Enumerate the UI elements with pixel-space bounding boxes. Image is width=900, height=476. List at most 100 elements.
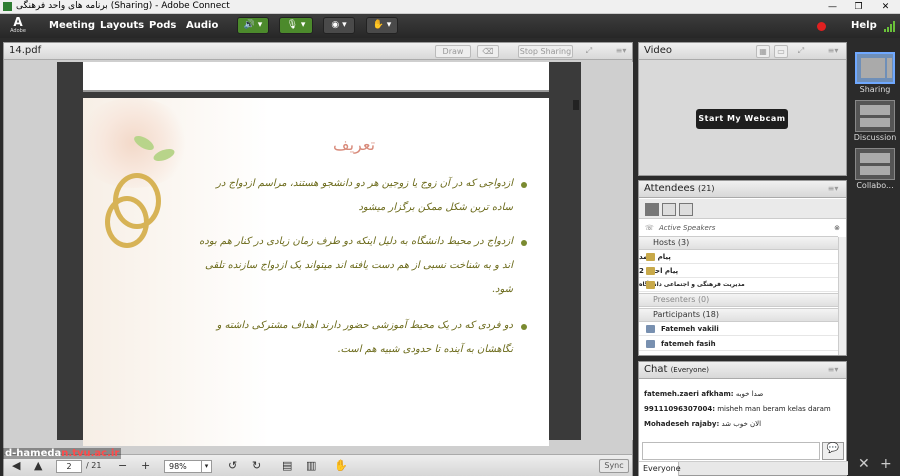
bullet-icon — [521, 324, 527, 330]
filmstrip-view-icon[interactable]: ▭ — [774, 45, 788, 58]
chat-pod: Chat (Everyone) ≡▾ fatemeh.zaeri afkham:… — [638, 361, 848, 476]
fit-width-icon[interactable]: ▥ — [306, 459, 316, 472]
video-area: Start My Webcam — [639, 60, 846, 175]
microphone-muted-icon: 🎙 ▾ — [286, 20, 306, 30]
minimize-button[interactable]: — — [819, 0, 846, 14]
layout-sharing-thumbnail[interactable] — [855, 52, 895, 84]
tools-icon[interactable]: ✕ — [858, 456, 870, 472]
sync-button[interactable]: Sync — [599, 459, 629, 473]
breakout-view-icon[interactable] — [662, 203, 676, 216]
chevron-down-icon: ▾ — [201, 461, 211, 472]
fullscreen-icon[interactable]: ⤢ — [582, 45, 596, 58]
host-row[interactable]: پیام احمد — [639, 250, 838, 264]
chat-message: fatemeh.zaeri afkham: صدا خوبه — [644, 390, 763, 398]
page-number-input[interactable]: 2 — [56, 460, 82, 473]
document-scrollbar[interactable] — [572, 100, 580, 148]
menu-pods[interactable]: Pods — [149, 20, 176, 31]
record-indicator-icon[interactable] — [817, 22, 826, 31]
bullet-icon — [521, 182, 527, 188]
close-button[interactable]: ✕ — [872, 0, 899, 14]
chat-tab-everyone[interactable]: Everyone — [639, 462, 681, 476]
adobe-logo: A Adobe — [10, 15, 26, 34]
video-pod-header: Video ▦ ▭ ⤢ ≡▾ — [639, 43, 846, 60]
watermark-prefix: d-hameda — [5, 448, 62, 459]
attendees-pod-header: Attendees (21) ≡▾ — [639, 181, 846, 198]
participants-group[interactable]: Participants (18) — [639, 308, 838, 322]
list-view-icon[interactable] — [645, 203, 659, 216]
menu-meeting[interactable]: Meeting — [49, 20, 95, 31]
rotate-right-icon[interactable]: ↻ — [252, 459, 261, 472]
page-prev-icon[interactable]: ◀ — [12, 459, 20, 472]
host-icon — [646, 267, 655, 275]
raise-hand-button[interactable]: ✋ ▾ — [366, 17, 398, 34]
viewer-side-area — [581, 62, 633, 440]
chat-title: Chat (Everyone) — [644, 364, 709, 375]
participant-icon — [646, 340, 655, 348]
watermark-domain: n.tvu.ac.ir — [61, 448, 120, 459]
layout-sharing-label[interactable]: Sharing — [850, 85, 900, 94]
connection-strength-icon — [884, 21, 896, 32]
status-view-icon[interactable] — [679, 203, 693, 216]
fullscreen-icon[interactable]: ⤢ — [794, 45, 808, 58]
pod-options-icon[interactable]: ≡▾ — [825, 45, 841, 58]
slide-bullet-1: ازدواجی که در آن زوج یا زوجین هر دو دانش… — [216, 178, 513, 213]
start-webcam-button[interactable]: Start My Webcam — [696, 109, 788, 129]
previous-page — [83, 62, 549, 92]
pod-options-icon[interactable]: ≡▾ — [825, 183, 841, 196]
layouts-strip: Sharing Discussion Collabo... — [850, 38, 900, 476]
attendees-scrollbar[interactable] — [838, 237, 846, 355]
layout-discussion-label[interactable]: Discussion — [850, 133, 900, 142]
host-row[interactable]: پیام احمد 2 — [639, 264, 838, 278]
zoom-in-icon[interactable]: + — [141, 459, 150, 472]
slide-bullet-3: دو فردی که در یک محیط آموزشی حضور دارند … — [216, 320, 513, 355]
video-pod: Video ▦ ▭ ⤢ ≡▾ Start My Webcam — [638, 42, 847, 176]
close-icon[interactable]: ⊗ — [834, 221, 840, 235]
menu-layouts[interactable]: Layouts — [100, 20, 144, 31]
active-speakers-label: Active Speakers — [659, 224, 716, 232]
chat-message: 99111096307004: misheh man beram kelas d… — [644, 405, 831, 413]
page-up-icon[interactable]: ▲ — [34, 459, 42, 472]
participant-row[interactable]: fatemeh fasih — [639, 337, 838, 351]
webcam-toggle-button[interactable]: ◉ ▾ — [323, 17, 355, 34]
zoom-select[interactable]: 98% ▾ — [164, 460, 212, 473]
menu-audio[interactable]: Audio — [186, 20, 218, 31]
host-row[interactable]: مدیریت فرهنگی و اجتماعی دانشگاه — [639, 278, 838, 292]
pod-options-icon[interactable]: ≡▾ — [613, 45, 629, 58]
bullet-icon — [521, 240, 527, 246]
presenters-group[interactable]: Presenters (0) — [639, 293, 838, 307]
send-message-button[interactable]: 💬 — [822, 442, 844, 460]
add-layout-icon[interactable]: + — [880, 456, 892, 472]
chat-sender: fatemeh.zaeri afkham: — [644, 390, 734, 398]
phone-icon: ☏ — [645, 224, 654, 232]
layout-collaboration-label[interactable]: Collabo... — [850, 181, 900, 190]
layout-collaboration-thumbnail[interactable] — [855, 148, 895, 180]
menu-help[interactable]: Help — [851, 20, 877, 31]
speaker-toggle-button[interactable]: 🔊 ▾ — [237, 17, 269, 34]
hosts-group[interactable]: Hosts (3) — [639, 236, 838, 250]
zoom-out-icon[interactable]: − — [118, 459, 127, 472]
stop-sharing-button[interactable]: Stop Sharing — [518, 45, 573, 58]
scrollbar-thumb[interactable] — [573, 100, 579, 110]
layout-discussion-thumbnail[interactable] — [855, 100, 895, 132]
draw-button[interactable]: Draw — [435, 45, 471, 58]
participant-name: Fatemeh vakili — [661, 325, 719, 333]
pod-options-icon[interactable]: ≡▾ — [825, 364, 841, 377]
participant-row[interactable]: Fatemeh vakili — [639, 322, 838, 336]
wedding-ring-image — [105, 196, 149, 248]
fit-page-icon[interactable]: ▤ — [282, 459, 292, 472]
video-pod-title: Video — [644, 45, 673, 56]
chat-input[interactable] — [642, 442, 820, 460]
pan-hand-icon[interactable]: ✋ — [334, 459, 348, 472]
document-viewer[interactable]: تعریف ازدواجی که در آن زوج یا زوجین هر د… — [57, 62, 581, 446]
window-title: برنامه های واحد فرهنگی (Sharing) - Adobe… — [16, 1, 230, 11]
share-pod-header: 14.pdf Draw ⌫ Stop Sharing ⤢ ≡▾ — [4, 43, 632, 60]
grid-view-icon[interactable]: ▦ — [756, 45, 770, 58]
attendees-title: Attendees (21) — [644, 183, 714, 194]
eraser-icon[interactable]: ⌫ — [477, 45, 499, 58]
attendees-count: (21) — [698, 184, 715, 193]
menubar: A Adobe Meeting Layouts Pods Audio 🔊 ▾ 🎙 … — [0, 14, 900, 38]
rotate-left-icon[interactable]: ↺ — [228, 459, 237, 472]
chat-bubble-icon: 💬 — [826, 443, 840, 454]
restore-button[interactable]: ❐ — [845, 0, 872, 14]
microphone-toggle-button[interactable]: 🎙 ▾ — [279, 17, 313, 34]
